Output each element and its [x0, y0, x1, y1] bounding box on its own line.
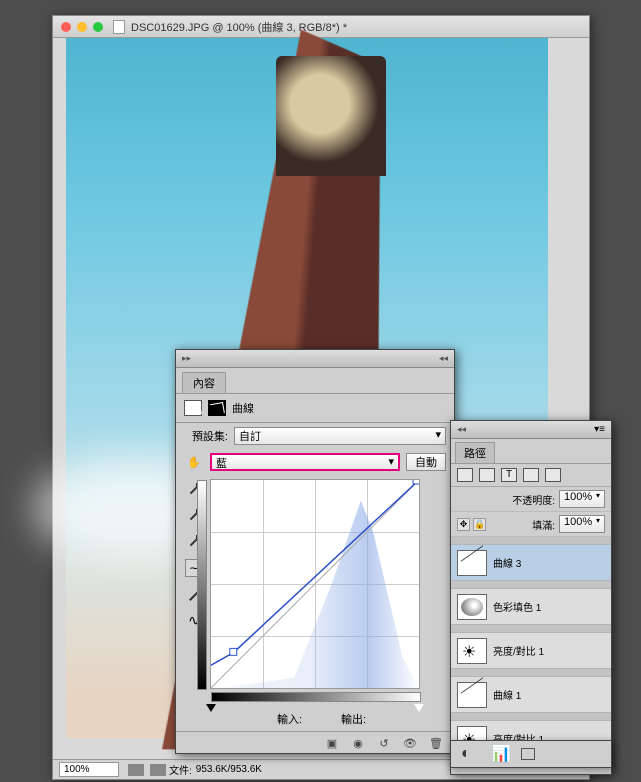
black-point-slider[interactable]	[206, 704, 216, 712]
clip-to-layer-icon[interactable]: ▣	[324, 737, 340, 751]
panel-menu-icon[interactable]: ▾≡	[594, 424, 605, 435]
reset-icon[interactable]: ↺	[376, 737, 392, 751]
layer-thumb-icon[interactable]	[457, 550, 487, 576]
curves-icon[interactable]	[208, 400, 226, 416]
filter-shape-icon[interactable]	[523, 468, 539, 482]
layer-divider	[451, 581, 611, 589]
close-icon[interactable]	[61, 22, 71, 32]
collapse-icon[interactable]: ◂◂	[457, 424, 466, 435]
layer-label[interactable]: 曲線 3	[493, 555, 521, 570]
output-label: 輸出:	[341, 711, 375, 727]
auto-button[interactable]: 自動	[406, 453, 446, 471]
titlebar[interactable]: DSC01629.JPG @ 100% (曲線 3, RGB/8*) *	[53, 16, 589, 38]
panel-tabs: 內容	[176, 368, 454, 393]
layer-list: 曲線 3 色彩填色 1 亮度/對比 1 曲線 1 亮度/對比 1	[451, 537, 611, 757]
layer-thumb-icon[interactable]	[457, 594, 487, 620]
layer-label[interactable]: 曲線 1	[493, 687, 521, 702]
properties-panel: ▸▸ ◂◂ 內容 曲線 預設集: 自訂 ▾ ✋ 藍 ▾ 自動 ∼	[175, 349, 455, 754]
layer-divider	[451, 669, 611, 677]
history-panel-tabs: ◐ 📊	[450, 740, 612, 768]
layers-panel: ◂◂ ▾≡ 路徑 T 不透明度: 100%▾ ✥ 🔒 填滿: 100%▾ 曲線 …	[450, 420, 612, 775]
lock-icons: ✥ 🔒	[457, 518, 486, 531]
filter-smart-icon[interactable]	[545, 468, 561, 482]
tab-properties[interactable]: 內容	[182, 372, 226, 393]
opacity-label: 不透明度:	[512, 492, 555, 507]
adjustment-title: 曲線	[232, 400, 254, 416]
layer-item[interactable]: 亮度/對比 1	[451, 633, 611, 669]
output-gradient	[197, 480, 207, 690]
lock-all-icon[interactable]: 🔒	[473, 518, 486, 531]
tab-paths[interactable]: 路徑	[455, 442, 495, 463]
panel-header[interactable]: ▸▸ ◂◂	[176, 350, 454, 368]
baseline	[211, 480, 419, 688]
image-content	[276, 56, 386, 176]
collapse-icon[interactable]: ▸▸	[182, 353, 191, 364]
opacity-row: 不透明度: 100%▾	[451, 487, 611, 512]
document-icon	[113, 20, 125, 34]
layer-label[interactable]: 亮度/對比 1	[493, 643, 544, 658]
filter-adjust-icon[interactable]	[479, 468, 495, 482]
visibility-icon[interactable]: 👁	[402, 737, 418, 751]
layer-divider	[451, 625, 611, 633]
layer-item[interactable]: 曲線 1	[451, 677, 611, 713]
layer-thumb-icon[interactable]	[457, 682, 487, 708]
window-title: DSC01629.JPG @ 100% (曲線 3, RGB/8*) *	[131, 19, 347, 35]
panel-tabs: 路徑	[451, 439, 611, 464]
input-label: 輸入:	[277, 711, 311, 727]
zoom-icon[interactable]	[93, 22, 103, 32]
mask-mode-icon[interactable]	[184, 400, 202, 416]
zoom-field[interactable]: 100%	[59, 762, 119, 777]
panel-header[interactable]: ◂◂ ▾≡	[451, 421, 611, 439]
channel-row: ✋ 藍 ▾ 自動	[176, 449, 454, 475]
lock-fill-row: ✥ 🔒 填滿: 100%▾	[451, 512, 611, 537]
filter-pixel-icon[interactable]	[457, 468, 473, 482]
layer-item[interactable]: 色彩填色 1	[451, 589, 611, 625]
fill-label: 填滿:	[532, 517, 555, 532]
layer-divider	[451, 713, 611, 721]
hand-tool-icon[interactable]: ✋	[184, 456, 204, 469]
curve-path[interactable]	[211, 480, 419, 665]
layer-label[interactable]: 色彩填色 1	[493, 599, 541, 614]
white-point-slider[interactable]	[414, 704, 424, 712]
preset-row: 預設集: 自訂 ▾	[176, 423, 454, 449]
lock-move-icon[interactable]: ✥	[457, 518, 470, 531]
collapse-icon[interactable]: ◂◂	[439, 353, 448, 364]
status-icon[interactable]	[128, 764, 144, 776]
layers-icon[interactable]	[521, 748, 535, 760]
layer-thumb-icon[interactable]	[457, 638, 487, 664]
filter-type-icon[interactable]: T	[501, 468, 517, 482]
panel-footer: ▣ ◉ ↺ 👁 🗑	[176, 731, 454, 755]
preset-select[interactable]: 自訂 ▾	[234, 427, 446, 445]
curve-point[interactable]	[413, 480, 419, 484]
histogram-icon[interactable]: 📊	[491, 746, 511, 762]
curves-editor: ∼	[176, 475, 454, 691]
input-gradient	[211, 692, 421, 702]
curve-graph[interactable]	[210, 479, 420, 689]
layer-item[interactable]: 曲線 3	[451, 545, 611, 581]
opacity-field[interactable]: 100%▾	[559, 490, 605, 508]
filter-icons-row: T	[451, 464, 611, 487]
file-size-value: 953.6K/953.6K	[196, 764, 262, 775]
curve-point[interactable]	[230, 648, 237, 655]
window-controls	[61, 22, 103, 32]
preset-label: 預設集:	[184, 428, 228, 444]
curve-svg[interactable]	[211, 480, 419, 688]
view-previous-icon[interactable]: ◉	[350, 737, 366, 751]
trash-icon[interactable]: 🗑	[428, 737, 444, 751]
fill-field[interactable]: 100%▾	[559, 515, 605, 533]
channel-select[interactable]: 藍 ▾	[210, 453, 400, 471]
status-icon[interactable]	[150, 764, 166, 776]
layer-divider	[451, 537, 611, 545]
adjustment-header: 曲線	[176, 393, 454, 423]
file-size-label: 文件:	[169, 762, 192, 777]
adjustments-icon[interactable]: ◐	[461, 746, 481, 762]
minimize-icon[interactable]	[77, 22, 87, 32]
